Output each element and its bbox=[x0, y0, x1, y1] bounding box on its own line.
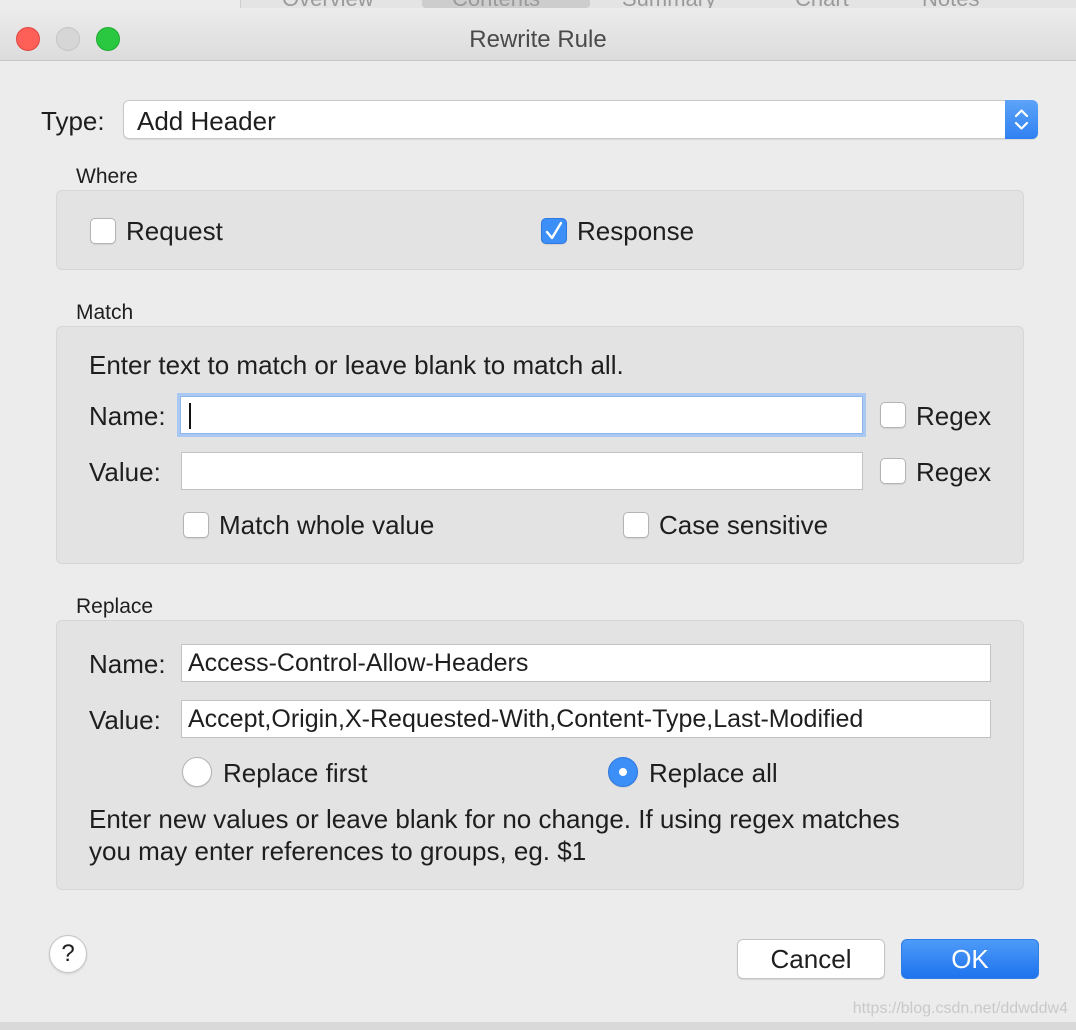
match-whole-value-checkbox[interactable] bbox=[183, 512, 209, 538]
case-sensitive-label: Case sensitive bbox=[659, 510, 829, 540]
type-popup[interactable]: Add Header bbox=[123, 100, 1038, 139]
match-name-label: Name: bbox=[89, 401, 166, 431]
title-bar: Rewrite Rule bbox=[0, 8, 1076, 61]
replace-name-field[interactable]: Access-Control-Allow-Headers bbox=[181, 644, 991, 682]
type-label: Type: bbox=[41, 106, 105, 136]
window-bottom-edge bbox=[0, 1022, 1076, 1030]
replace-first-label: Replace first bbox=[223, 758, 368, 788]
match-value-label: Value: bbox=[89, 457, 161, 487]
replace-hint-line2: you may enter references to groups, eg. … bbox=[89, 836, 587, 866]
response-label: Response bbox=[577, 216, 695, 246]
where-section-label: Where bbox=[76, 165, 138, 188]
match-value-field[interactable] bbox=[181, 452, 863, 490]
request-checkbox[interactable] bbox=[90, 218, 116, 244]
match-whole-value-label: Match whole value bbox=[219, 510, 435, 540]
request-label: Request bbox=[126, 216, 223, 246]
type-popup-value: Add Header bbox=[137, 106, 276, 136]
case-sensitive-checkbox[interactable] bbox=[623, 512, 649, 538]
match-section-label: Match bbox=[76, 301, 134, 324]
match-value-regex-checkbox[interactable] bbox=[880, 458, 906, 484]
replace-value-field[interactable]: Accept,Origin,X-Requested-With,Content-T… bbox=[181, 700, 991, 738]
replace-name-label: Name: bbox=[89, 649, 166, 679]
replace-name-value: Access-Control-Allow-Headers bbox=[188, 649, 529, 677]
replace-hint-line1: Enter new values or leave blank for no c… bbox=[89, 804, 900, 834]
replace-all-radio[interactable] bbox=[608, 757, 638, 787]
response-checkbox[interactable] bbox=[541, 218, 567, 244]
cancel-button[interactable]: Cancel bbox=[737, 939, 885, 979]
replace-section-label: Replace bbox=[76, 595, 154, 618]
up-down-chevron-icon bbox=[1005, 100, 1038, 139]
match-value-regex-label: Regex bbox=[916, 457, 992, 487]
match-name-field[interactable] bbox=[180, 396, 863, 434]
help-button[interactable]: ? bbox=[49, 935, 87, 973]
replace-first-radio[interactable] bbox=[182, 757, 212, 787]
replace-all-label: Replace all bbox=[649, 758, 778, 788]
text-caret bbox=[189, 403, 191, 429]
replace-value-value: Accept,Origin,X-Requested-With,Content-T… bbox=[188, 705, 864, 733]
match-name-regex-label: Regex bbox=[916, 401, 992, 431]
watermark: https://blog.csdn.net/ddwddw4 bbox=[852, 1000, 1068, 1017]
checkmark-icon bbox=[545, 221, 563, 240]
replace-value-label: Value: bbox=[89, 705, 161, 735]
window-title: Rewrite Rule bbox=[469, 26, 607, 53]
match-hint: Enter text to match or leave blank to ma… bbox=[89, 350, 624, 380]
ok-button[interactable]: OK bbox=[901, 939, 1039, 979]
match-name-regex-checkbox[interactable] bbox=[880, 402, 906, 428]
